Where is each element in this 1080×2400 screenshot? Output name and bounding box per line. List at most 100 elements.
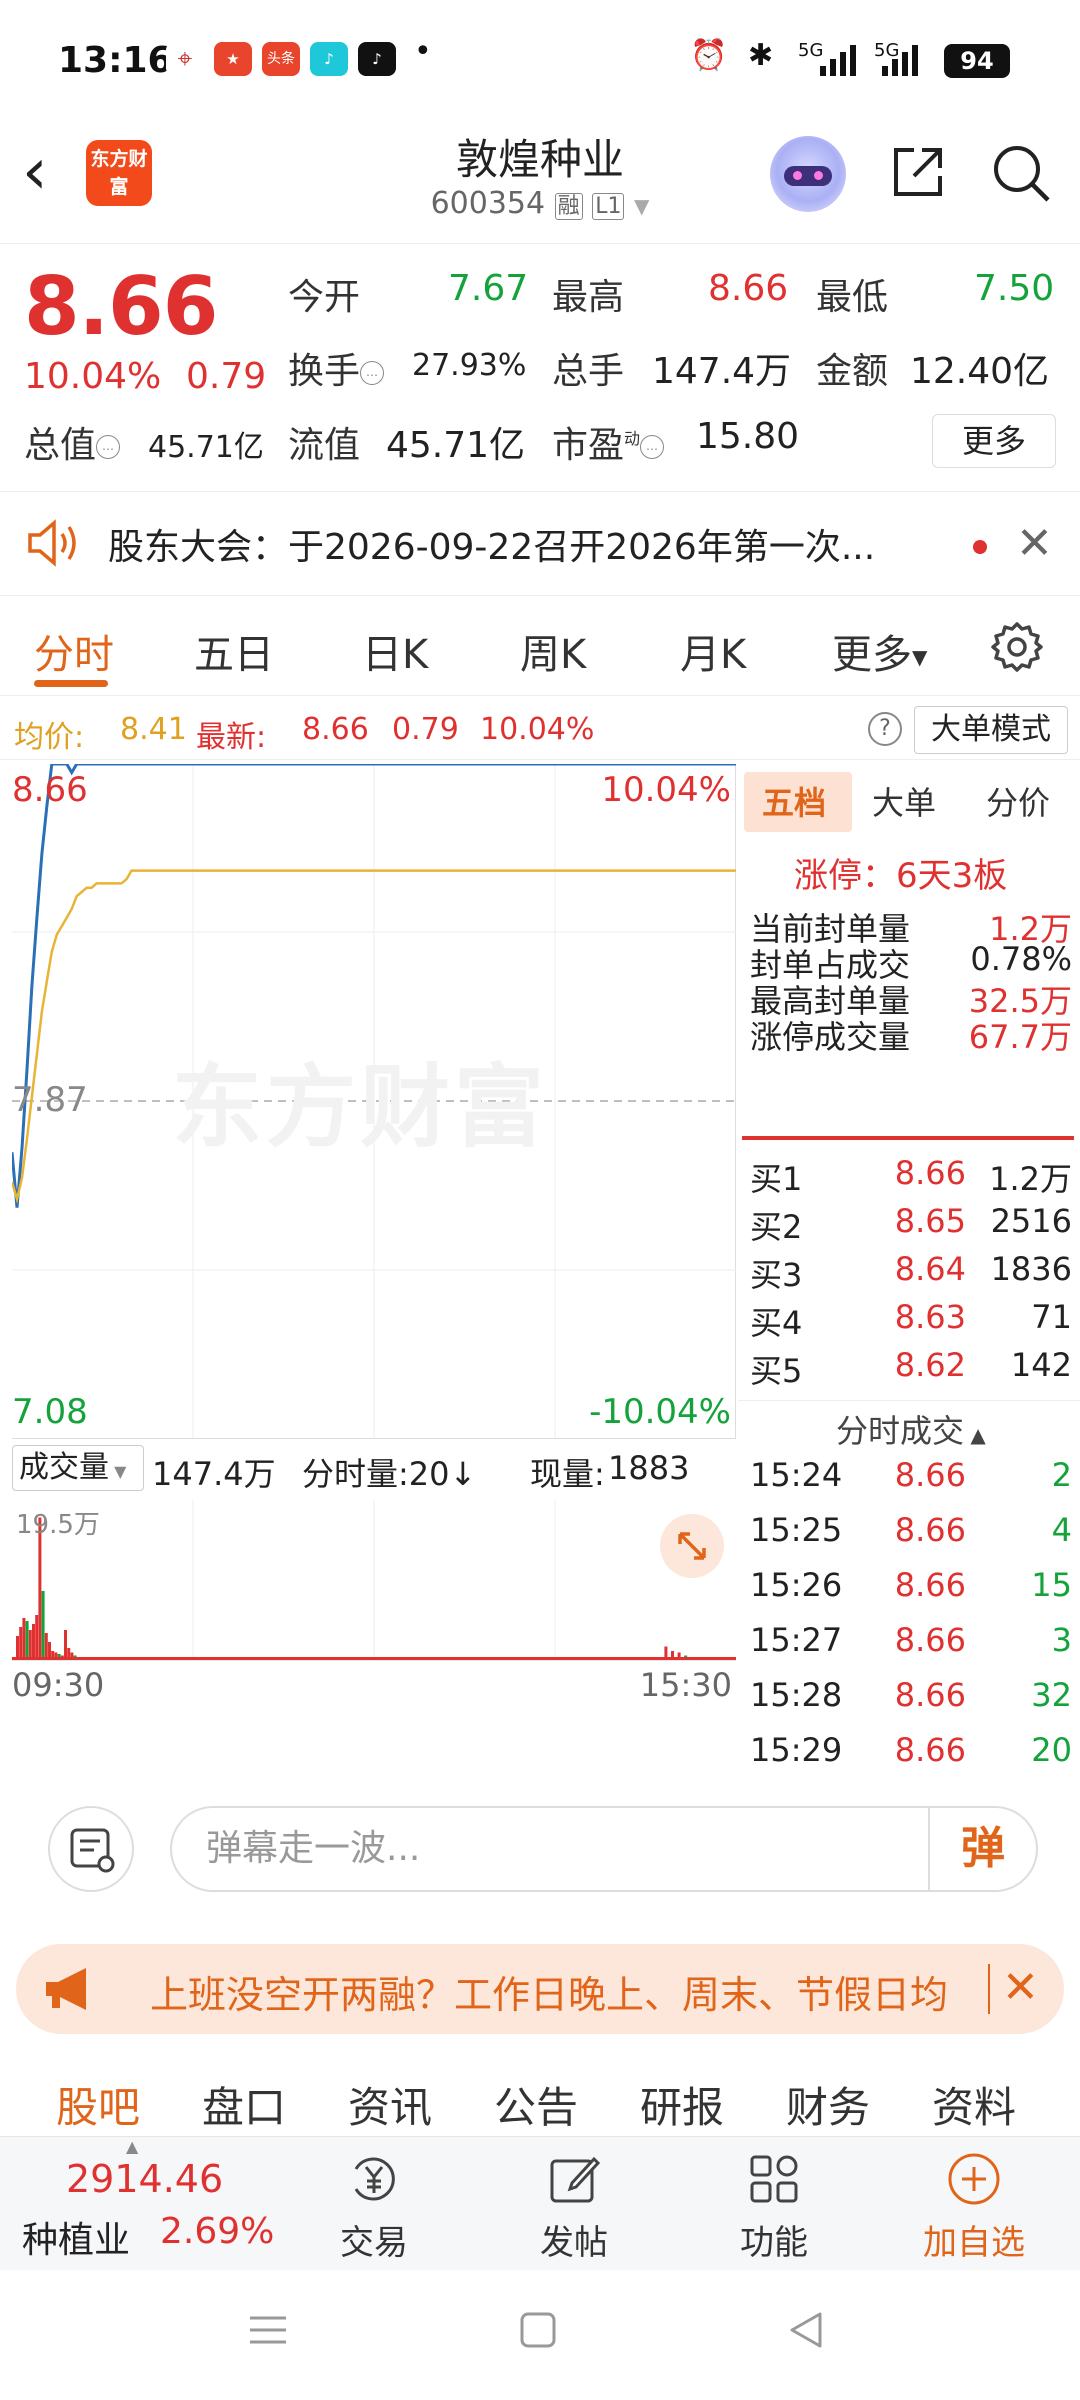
mcap-value: 45.71亿 bbox=[148, 430, 264, 465]
limit-up-streak: 涨停：6天3板 bbox=[794, 856, 1008, 896]
gear-icon[interactable] bbox=[990, 620, 1044, 674]
trade-volume: 3 bbox=[1051, 1621, 1072, 1659]
trade-volume: 20 bbox=[1031, 1731, 1072, 1769]
content-tab-news[interactable]: 资讯 bbox=[348, 2074, 432, 2135]
home-icon[interactable] bbox=[518, 2310, 558, 2350]
status-bar: 13:16 ⌖ ★ 头条 ♪ ♪ • ⏰ ✱ 5G 5G 94 bbox=[0, 0, 1080, 118]
tab-daily-k[interactable]: 日K bbox=[362, 622, 428, 680]
search-icon[interactable] bbox=[990, 142, 1052, 204]
current-volume-label: 现量: bbox=[530, 1455, 605, 1493]
danmu-settings-icon[interactable] bbox=[48, 1806, 134, 1892]
edit-icon bbox=[550, 2156, 601, 2203]
volume-max-label: 19.5万 bbox=[16, 1510, 100, 1540]
dropdown-caret-icon[interactable]: ▼ bbox=[634, 194, 649, 218]
speaker-icon bbox=[28, 519, 76, 567]
announcement-bar[interactable]: 股东大会：于2026-09-22召开2026年第一次... ✕ bbox=[0, 492, 1080, 596]
info-icon[interactable]: … bbox=[360, 361, 385, 385]
margin-badge: 融 bbox=[554, 193, 583, 220]
danmu-send-button[interactable]: 弹 bbox=[928, 1808, 1036, 1890]
help-icon[interactable]: ? bbox=[868, 712, 902, 746]
nav-post[interactable]: 发帖 bbox=[514, 2149, 634, 2264]
tab-intraday[interactable]: 分时 bbox=[34, 622, 114, 680]
info-icon[interactable]: … bbox=[96, 435, 121, 459]
back-nav-icon[interactable] bbox=[786, 2310, 826, 2350]
float-value: 45.71亿 bbox=[386, 425, 526, 466]
tab-five-day[interactable]: 五日 bbox=[194, 622, 274, 680]
gov-app-icon: ★ bbox=[214, 42, 252, 76]
share-icon[interactable] bbox=[888, 142, 948, 202]
pe-value: 15.80 bbox=[696, 416, 800, 457]
megaphone-icon bbox=[46, 1968, 86, 2010]
toutiao-icon: 头条 bbox=[262, 42, 300, 76]
volume-chart-svg bbox=[12, 1500, 736, 1661]
trade-time: 15:28 bbox=[750, 1676, 843, 1714]
content-tab-profile[interactable]: 资料 bbox=[932, 2074, 1016, 2135]
tab-monthly-k[interactable]: 月K bbox=[680, 622, 746, 680]
info-icon[interactable]: … bbox=[640, 435, 665, 459]
nav-add-watchlist[interactable]: 加自选 bbox=[914, 2149, 1034, 2264]
tiktok-lite-icon: ♪ bbox=[310, 42, 348, 76]
more-button[interactable]: 更多 bbox=[932, 414, 1056, 468]
sector-index-value[interactable]: 2914.46 bbox=[66, 2157, 223, 2201]
trade-volume: 4 bbox=[1051, 1511, 1072, 1549]
big-order-mode-button[interactable]: 大单模式 bbox=[914, 706, 1068, 754]
sector-name[interactable]: 种植业 bbox=[22, 2211, 130, 2263]
order-book-panel: 五档 大单 分价 涨停：6天3板 当前封单量 1.2万 封单占成交 0.78% 最高封单… bbox=[738, 764, 1080, 1776]
volume-indicator-dropdown[interactable]: 成交量 ▼ bbox=[12, 1445, 144, 1491]
content-tab-research[interactable]: 研报 bbox=[640, 2074, 724, 2135]
promo-banner[interactable]: 上班没空开两融？工作日晚上、周末、节假日均 ✕ bbox=[16, 1944, 1064, 2034]
bid-label: 买4 bbox=[750, 1304, 803, 1342]
stat-label: 涨停成交量 bbox=[750, 1018, 911, 1056]
low-value: 7.50 bbox=[974, 268, 1055, 309]
tab-weekly-k[interactable]: 周K bbox=[520, 622, 586, 680]
danmu-input[interactable]: 弹幕走一波... bbox=[170, 1806, 1038, 1892]
battery-indicator: 94 bbox=[944, 44, 1010, 78]
promo-close-icon[interactable]: ✕ bbox=[1002, 1966, 1039, 2010]
high-value: 8.66 bbox=[708, 268, 789, 309]
volume-bar bbox=[25, 1621, 29, 1660]
trade-icon bbox=[354, 2157, 395, 2201]
promo-text[interactable]: 上班没空开两融？工作日晚上、周末、节假日均 bbox=[150, 1964, 982, 2019]
content-tab-forum[interactable]: 股吧 bbox=[56, 2074, 140, 2135]
plus-circle-icon bbox=[948, 2153, 1000, 2205]
amount-label: 金额 bbox=[816, 351, 889, 392]
bid-price: 8.66 bbox=[894, 1154, 966, 1192]
ai-assistant-icon[interactable] bbox=[770, 136, 846, 212]
content-tabs: 股吧 盘口 资讯 公告 研报 财务 资料 bbox=[0, 2060, 1080, 2132]
period-volume-label[interactable]: 分时量:20↓ bbox=[302, 1449, 476, 1495]
content-tab-announcements[interactable]: 公告 bbox=[494, 2074, 578, 2135]
content-tab-orderbook[interactable]: 盘口 bbox=[202, 2074, 286, 2135]
trade-volume: 15 bbox=[1031, 1566, 1072, 1604]
change-amount: 0.79 bbox=[186, 356, 267, 397]
tab-more[interactable]: 更多▼ bbox=[832, 622, 927, 680]
expand-icon[interactable] bbox=[660, 1514, 724, 1578]
watermark: 东方财富 bbox=[172, 1055, 548, 1160]
intraday-chart[interactable]: 东方财富 8.66 7.87 7.08 10.04% -10.04% bbox=[12, 764, 736, 1438]
panel-tab-big-order[interactable]: 大单 bbox=[872, 778, 936, 824]
panel-tab-price-level[interactable]: 分价 bbox=[986, 778, 1050, 824]
more-notifications-dot: • bbox=[414, 34, 432, 69]
trades-header[interactable]: 分时成交 ▲ bbox=[836, 1406, 986, 1452]
nav-trade[interactable]: 交易 bbox=[314, 2149, 434, 2264]
announcement-text[interactable]: 股东大会：于2026-09-22召开2026年第一次... bbox=[108, 518, 875, 570]
low-label: 最低 bbox=[816, 277, 889, 318]
bid-label: 买2 bbox=[750, 1208, 803, 1246]
bid-label: 买3 bbox=[750, 1256, 803, 1294]
avg-label: 均价: bbox=[14, 720, 85, 755]
open-label: 今开 bbox=[288, 277, 361, 318]
close-icon[interactable]: ✕ bbox=[1016, 522, 1053, 566]
latest-value: 8.66 bbox=[302, 712, 369, 747]
content-tab-finance[interactable]: 财务 bbox=[786, 2074, 870, 2135]
volume-header: 成交量 ▼ 147.4万 分时量:20↓ 现量: 1883 bbox=[12, 1438, 736, 1500]
volume-chart[interactable]: 19.5万 09:30 15:30 bbox=[12, 1500, 736, 1724]
nav-functions[interactable]: 功能 bbox=[714, 2149, 834, 2264]
amount-value: 12.40亿 bbox=[910, 351, 1050, 392]
open-value: 7.67 bbox=[448, 268, 529, 309]
change-percent: 10.04% bbox=[24, 356, 162, 397]
total-volume: 147.4万 bbox=[152, 1455, 276, 1493]
panel-tab-five-level[interactable]: 五档 bbox=[762, 778, 826, 824]
menu-icon[interactable] bbox=[248, 2310, 288, 2350]
price-bottom-label: 7.08 bbox=[12, 1392, 88, 1432]
level-badge: L1 bbox=[592, 193, 625, 220]
stat-value: 0.78% bbox=[970, 940, 1072, 978]
